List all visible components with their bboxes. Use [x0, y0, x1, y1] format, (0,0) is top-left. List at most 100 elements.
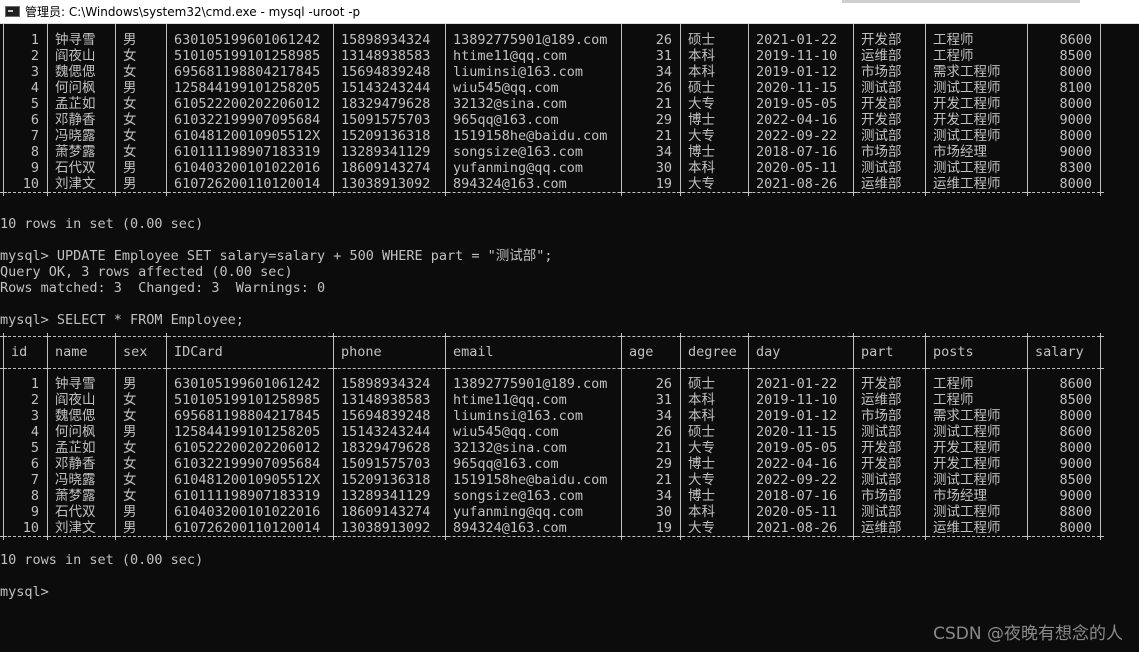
cell-email: 965qq@163.com — [453, 112, 559, 128]
cell-salary: 8000 — [1059, 176, 1092, 192]
table-row: 5 孟芷如 女 610522200202206012 18329479628 32132@… — [0, 96, 1139, 112]
cell-day: 2021-08-26 — [756, 520, 838, 536]
cell-salary: 9000 — [1059, 144, 1092, 160]
cell-day: 2021-08-26 — [756, 176, 838, 192]
mysql-prompt[interactable]: mysql> — [0, 584, 1139, 600]
cell-day: 2019-01-12 — [756, 408, 838, 424]
table-border-corner — [850, 365, 857, 372]
cell-part: 市场部 — [861, 144, 902, 160]
cell-salary: 9000 — [1059, 488, 1092, 504]
table-row: 9 石代双 男 610403200101022016 18609143274 yufanm… — [0, 160, 1139, 176]
cell-email: 32132@sina.com — [453, 440, 567, 456]
cell-age: 29 — [655, 112, 672, 128]
cell-name: 魏偲偲 — [55, 64, 96, 80]
cell-posts: 运维工程师 — [933, 176, 1001, 192]
cell-age: 26 — [655, 80, 672, 96]
cell-name: 邓静香 — [55, 456, 96, 472]
table-row: 1 钟寻雪 男 630105199601061242 15898934324 138927… — [0, 32, 1139, 48]
cell-phone: 18609143274 — [341, 160, 431, 176]
cell-email: 1519158he@baidu.com — [453, 472, 608, 488]
cell-salary: 8500 — [1059, 472, 1092, 488]
cell-age: 30 — [655, 160, 672, 176]
cell-day: 2018-07-16 — [756, 144, 838, 160]
cell-phone: 13038913092 — [341, 520, 431, 536]
table-border-corner — [1097, 365, 1104, 372]
cell-day: 2022-04-16 — [756, 456, 838, 472]
cell-age: 34 — [655, 408, 672, 424]
cell-degree: 博士 — [688, 488, 715, 504]
cell-idcard: 610522200202206012 — [174, 440, 321, 456]
cell-name: 萧梦露 — [55, 488, 96, 504]
titlebar-controls-area[interactable] — [842, 0, 1080, 3]
cell-sex: 男 — [123, 80, 137, 96]
cell-sex: 女 — [123, 144, 137, 160]
console-output[interactable]: 10 rows in set (0.00 sec) mysql> UPDATE … — [0, 24, 1139, 652]
cell-degree: degree — [688, 344, 737, 360]
table-border-corner — [677, 365, 684, 372]
cell-id: 7 — [30, 128, 39, 144]
cell-degree: 大专 — [688, 128, 715, 144]
cell-day: 2020-11-15 — [756, 80, 838, 96]
cell-id: 4 — [30, 80, 39, 96]
cell-part: 运维部 — [861, 392, 902, 408]
cell-phone: 15091575703 — [341, 112, 431, 128]
cell-day: 2019-11-10 — [756, 392, 838, 408]
cell-email: wiu545@qq.com — [453, 424, 559, 440]
cell-phone: 15898934324 — [341, 32, 431, 48]
cell-salary: 8000 — [1059, 64, 1092, 80]
cell-name: 孟芷如 — [55, 96, 96, 112]
window-titlebar[interactable]: 管理员: C:\Windows\system32\cmd.exe - mysql… — [0, 0, 1139, 24]
cell-name: 阎夜山 — [55, 392, 96, 408]
cell-sex: 女 — [123, 128, 137, 144]
table-border-corner — [745, 533, 752, 540]
cell-name: 魏偲偲 — [55, 408, 96, 424]
cell-email: 13892775901@189.com — [453, 32, 608, 48]
cell-part: 市场部 — [861, 64, 902, 80]
table-row: 8 萧梦露 女 610111198907183319 13289341129 songsi… — [0, 488, 1139, 504]
cell-idcard: 610111198907183319 — [174, 144, 321, 160]
cell-sex: 女 — [123, 96, 137, 112]
table-border-corner — [922, 365, 929, 372]
cell-idcard: 61048120010905512X — [174, 128, 321, 144]
cell-idcard: 610322199907095684 — [174, 456, 321, 472]
table-border-corner — [44, 533, 51, 540]
rows-matched-line: Rows matched: 3 Changed: 3 Warnings: 0 — [0, 280, 326, 296]
cell-salary: 8500 — [1059, 392, 1092, 408]
cell-sex: 男 — [123, 504, 137, 520]
cell-age: 26 — [655, 424, 672, 440]
cell-part: 测试部 — [861, 160, 902, 176]
cell-posts: 需求工程师 — [933, 408, 1001, 424]
table-border-corner — [1097, 533, 1104, 540]
cell-sex: 男 — [123, 520, 137, 536]
cell-part: 测试部 — [861, 424, 902, 440]
cell-age: 34 — [655, 144, 672, 160]
cell-sex: 女 — [123, 392, 137, 408]
cell-posts: 开发工程师 — [933, 456, 1001, 472]
cell-email: email — [453, 344, 494, 360]
cell-sex: 女 — [123, 408, 137, 424]
cell-day: 2018-07-16 — [756, 488, 838, 504]
cell-posts: 测试工程师 — [933, 472, 1001, 488]
cell-idcard: 61048120010905512X — [174, 472, 321, 488]
cell-name: 冯晓露 — [55, 472, 96, 488]
cell-age: 19 — [655, 520, 672, 536]
table-row: 3 魏偲偲 女 695681198804217845 15694839248 liumin… — [0, 64, 1139, 80]
cell-degree: 博士 — [688, 112, 715, 128]
cell-posts: 开发工程师 — [933, 96, 1001, 112]
cell-age: 26 — [655, 32, 672, 48]
cell-posts: 开发工程师 — [933, 112, 1001, 128]
cell-id: 1 — [30, 376, 39, 392]
cell-email: 894324@163.com — [453, 520, 567, 536]
cell-day: 2022-09-22 — [756, 472, 838, 488]
cell-part: 运维部 — [861, 48, 902, 64]
table-border-corner — [1024, 533, 1031, 540]
cell-email: 32132@sina.com — [453, 96, 567, 112]
table-header-row: id name sex IDCard phone email age degree day par… — [0, 344, 1139, 360]
cell-part: 测试部 — [861, 80, 902, 96]
cell-part: part — [861, 344, 894, 360]
cell-id: 8 — [30, 144, 39, 160]
cell-salary: 8000 — [1059, 440, 1092, 456]
table-border-corner — [1024, 365, 1031, 372]
cell-sex: 男 — [123, 160, 137, 176]
table-border-corner — [330, 533, 337, 540]
